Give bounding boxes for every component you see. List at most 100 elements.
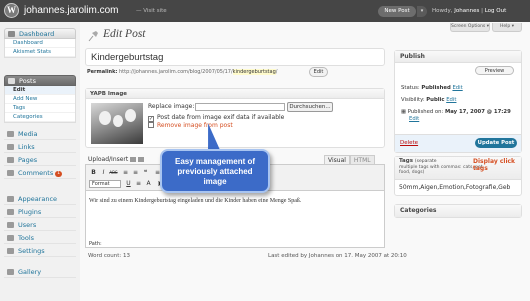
publish-box-title[interactable]: Publish [395,51,521,63]
tags-box-header[interactable]: Tags (separate multiple tags with commas… [395,157,521,180]
menu-posts: Posts Edit Add New Tags Categories [4,75,76,123]
admin-header: W johannes.jarolim.com — Visit site New … [0,0,530,22]
menu-settings-label: Settings [18,247,45,255]
help-tab[interactable]: Help ▾ [492,23,522,32]
submenu-edit[interactable]: Edit [5,86,75,95]
status-row: Status: Published Edit [401,85,463,91]
permalink-base: http://johannes.jarolim.com/blog/2007/05… [119,69,233,75]
categories-box-title[interactable]: Categories [395,205,521,217]
posts-icon [8,78,15,84]
permalink-slug[interactable]: kindergeburtstag [232,69,276,75]
italic-button[interactable]: I [99,168,108,177]
menu-users[interactable]: Users [4,219,76,231]
status-label: Status: [401,85,420,91]
admin-sidebar: Dashboard Dashboard Akismet Stats Posts … [0,22,80,301]
replace-image-label: Replace image: [148,103,195,110]
user-name-link[interactable]: Johannes [454,8,479,14]
preview-button[interactable]: Preview [475,66,514,75]
submenu-add-new[interactable]: Add New [5,95,75,104]
new-post-button[interactable]: New Post [378,6,416,17]
bold-button[interactable]: B [89,168,98,177]
bullet-list-button[interactable]: ≡ [121,168,130,177]
menu-dashboard-head[interactable]: Dashboard [4,28,76,39]
users-icon [7,222,14,228]
plugins-icon [7,209,14,215]
wordpress-logo-icon[interactable]: W [4,3,19,18]
pages-icon [7,157,14,163]
underline-button[interactable]: U [124,179,133,188]
strikethrough-button[interactable]: ABC [109,168,118,177]
screen-options-tab[interactable]: Screen Options ▾ [450,23,490,32]
menu-links[interactable]: Links [4,141,76,153]
format-select[interactable]: Format [89,180,121,188]
menu-comments[interactable]: Comments 1 [4,167,76,179]
menu-tools-label: Tools [18,234,35,242]
menu-appearance-label: Appearance [18,195,58,203]
published-on-row: ▦ Published on: May 17, 2007 @ 17:29 [401,109,511,115]
photo-face [99,111,111,125]
add-video-icon[interactable] [138,157,145,162]
add-image-icon[interactable] [130,157,137,162]
tags-title: Tags (separate [399,158,437,164]
menu-gallery[interactable]: Gallery [4,266,76,278]
tags-note: multiple tags with commas: cats, pet foo… [399,165,483,175]
menu-posts-head[interactable]: Posts [4,75,76,86]
numbered-list-button[interactable]: ≡ [131,168,140,177]
menu-pages[interactable]: Pages [4,154,76,166]
dashboard-icon [8,31,15,37]
update-post-button[interactable]: Update Post [475,138,517,148]
yapb-image-box: YAPB Image Replace image: Durchsuchen...… [85,88,385,148]
exif-date-option: ✓ Post date from image exif data if avail… [148,114,284,122]
menu-settings[interactable]: Settings [4,245,76,257]
text-color-button[interactable]: A [144,179,153,188]
published-edit-row: Edit [409,116,419,122]
permalink-row: Permalink: http://johannes.jarolim.com/b… [87,69,277,75]
browse-button[interactable]: Durchsuchen... [287,102,333,112]
upload-insert-row: Upload/Insert [88,156,145,163]
justify-button[interactable]: ≡ [134,179,143,188]
submenu-tags[interactable]: Tags [5,104,75,113]
visit-site-link[interactable]: — Visit site [136,8,167,14]
visibility-edit-link[interactable]: Edit [446,97,456,103]
display-click-tags-link[interactable]: Display click tags [473,158,521,172]
menu-plugins[interactable]: Plugins [4,206,76,218]
menu-appearance[interactable]: Appearance [4,193,76,205]
site-title[interactable]: johannes.jarolim.com [24,5,119,16]
photo-face [125,109,136,122]
menu-dashboard: Dashboard Dashboard Akismet Stats [4,28,76,58]
menu-links-label: Links [18,143,35,151]
menu-media[interactable]: Media [4,128,76,140]
menu-tools[interactable]: Tools [4,232,76,244]
page-title: Edit Post [103,28,146,40]
tags-box: Tags (separate multiple tags with commas… [394,156,522,196]
logout-link[interactable]: Log Out [485,8,507,14]
permalink-edit-button[interactable]: Edit [309,67,328,77]
delete-link[interactable]: Delete [400,140,418,146]
menu-dashboard-label: Dashboard [19,30,55,38]
yapb-box-title[interactable]: YAPB Image [86,89,384,99]
published-edit-link[interactable]: Edit [409,116,419,122]
permalink-label: Permalink: [87,69,118,75]
menu-gallery-label: Gallery [18,268,42,276]
settings-icon [7,248,14,254]
edit-pushpin-icon [88,31,98,42]
callout-line-3: image [203,177,227,186]
post-title-input[interactable]: Kindergeburtstag [85,48,385,66]
submenu-dashboard[interactable]: Dashboard [5,39,75,48]
blockquote-button[interactable]: ❝ [141,168,150,177]
tags-title-text: Tags [399,158,413,164]
replace-image-file-input[interactable] [195,103,285,111]
submenu-categories[interactable]: Categories [5,113,75,122]
menu-users-label: Users [18,221,37,229]
status-edit-link[interactable]: Edit [452,85,462,91]
appearance-icon [7,196,14,202]
submenu-akismet-stats[interactable]: Akismet Stats [5,48,75,57]
new-post-dropdown-icon[interactable]: ▾ [417,6,427,17]
permalink-end: / [275,69,278,75]
tags-input[interactable]: 50mm,Aigen,Emotion,Fotografie,Geb [399,184,510,191]
editor-path: Path: [89,241,102,247]
remove-image-checkbox[interactable] [148,122,154,128]
menu-plugins-label: Plugins [18,208,42,216]
editor-content[interactable]: Wir sind zu einem Kindergeburtstag einge… [89,198,301,204]
remove-image-option: Remove image from post [148,122,233,129]
